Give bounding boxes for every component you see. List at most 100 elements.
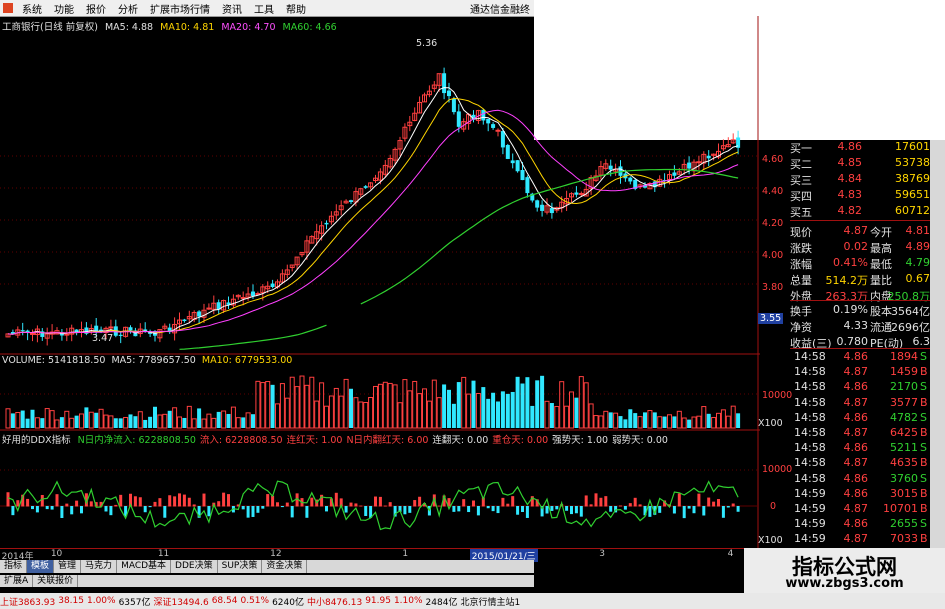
tick-row-cell: 14:58	[794, 395, 826, 409]
menu-item-analysis[interactable]: 分析	[112, 1, 144, 16]
ddx-bar	[271, 495, 275, 507]
ddx-bar	[413, 500, 417, 507]
stat-row-cell: 250.8万	[887, 290, 931, 303]
ddx-bar	[187, 497, 191, 507]
volume-bar-up	[64, 410, 70, 429]
volume-bar-up	[436, 397, 442, 429]
tick-row-cell: B	[920, 502, 928, 515]
volume-bar-down	[608, 412, 613, 428]
volume-bar-down	[84, 407, 89, 428]
menu-item-news[interactable]: 资讯	[216, 1, 248, 16]
price-panel-title: 工商银行(日线 前复权) MA5: 4.88 MA10: 4.81 MA20: …	[2, 19, 337, 33]
volume-bar-down	[216, 411, 221, 428]
tick-row-cell: 4.86	[843, 410, 869, 424]
stat-row-cell: 0.41%	[833, 256, 868, 269]
ddx-bar	[736, 506, 740, 512]
ddx-bar	[467, 506, 471, 513]
indicator-tab[interactable]: SUP决策	[218, 560, 263, 573]
ddx-flow-line	[7, 480, 739, 531]
volume-bar-down	[618, 416, 623, 428]
watermark: 指标公式网 www.zbgs3.com	[744, 548, 945, 593]
stat2-row-cell: 4.33	[843, 319, 869, 332]
menu-item-tools[interactable]: 工具	[248, 1, 280, 16]
candle-down	[628, 177, 633, 182]
bid-row-cell: 买五	[790, 206, 812, 219]
volume-bar-down	[736, 413, 741, 428]
menu-item-quote[interactable]: 报价	[80, 1, 112, 16]
ddx-ytick-mid: 0	[770, 501, 777, 512]
price-ytick: 4.20	[762, 218, 784, 229]
ddx-bar	[133, 496, 137, 507]
volume-bar-up	[657, 416, 663, 429]
ddx-bar	[506, 503, 510, 507]
menu-item-system[interactable]: 系统	[16, 1, 48, 16]
candle-down	[608, 165, 613, 170]
quote-scrollbar[interactable]	[930, 140, 945, 548]
volume-bar-up	[578, 376, 584, 429]
indicator-tab[interactable]: 资金决策	[262, 560, 308, 573]
tick-row-cell: 14:59	[794, 517, 826, 531]
time-axis-label: 1	[402, 549, 409, 559]
volume-value: VOLUME: 5141818.50	[2, 355, 106, 366]
volume-bar-up	[49, 410, 55, 429]
status-item: 38.15	[58, 596, 84, 606]
tick-row-cell: 4635	[890, 456, 918, 470]
extended-tabs: 扩展A 关联报价	[0, 575, 534, 587]
volume-bar-down	[30, 409, 35, 428]
extended-tab[interactable]: 扩展A	[0, 575, 34, 587]
tick-row-cell: 4.87	[843, 532, 869, 546]
ddx-bar	[80, 506, 83, 514]
menu-item-help[interactable]: 帮助	[280, 1, 312, 16]
ddx-bar	[378, 496, 382, 507]
candle-down	[510, 160, 515, 164]
volume-bar-down	[113, 418, 118, 428]
ddx-bar	[418, 496, 422, 507]
indicator-tab[interactable]: 模板	[27, 560, 55, 573]
menu-item-extended-market[interactable]: 扩展市场行情	[144, 1, 216, 16]
bid-row-cell: 38769	[895, 172, 930, 185]
tick-row-cell: S	[920, 380, 927, 394]
indicator-tab[interactable]: 指标	[0, 560, 28, 573]
ddx-bar	[310, 497, 314, 507]
volume-bar-up	[162, 413, 168, 429]
ddx-bar	[65, 503, 69, 507]
time-axis: 2014年 10 11 12 1 2015/01/21/三 3 4	[0, 548, 760, 562]
candle-down	[456, 111, 461, 127]
indicator-tab[interactable]: 管理	[54, 560, 82, 573]
stat2-row-cell: 换手	[790, 305, 812, 318]
ddx-bar	[285, 502, 289, 507]
ddx-line	[7, 480, 739, 531]
volume-bar-up	[157, 414, 163, 429]
stock-chart[interactable]	[0, 16, 760, 548]
extended-tab[interactable]: 关联报价	[33, 575, 79, 587]
indicator-tab[interactable]: MACD基本	[117, 560, 172, 573]
volume-bar-up	[275, 403, 280, 429]
ddx-bar	[476, 506, 480, 516]
ddx-bar	[359, 505, 363, 507]
volume-bar-up	[397, 402, 403, 429]
candle-down	[363, 186, 368, 188]
menu-item-function[interactable]: 功能	[48, 1, 80, 16]
status-item: 深证13494.6	[153, 597, 209, 608]
candle-down	[520, 170, 525, 181]
volume-bar-up	[186, 405, 192, 429]
stat2-row-cell: 0.19%	[833, 303, 868, 316]
ddx-bar	[574, 506, 578, 514]
indicator-tab[interactable]: DDE决策	[171, 560, 218, 573]
volume-bar-down	[491, 392, 496, 428]
volume-bar-up	[260, 382, 266, 429]
ddx-bar	[589, 504, 593, 507]
volume-bar-up	[720, 409, 726, 429]
ddx-bar	[16, 500, 20, 507]
bid-row-cell: 4.82	[837, 204, 863, 217]
ddx-bar	[153, 501, 157, 507]
stat2-row-cell: 3564亿	[891, 305, 930, 318]
tick-row-cell: 3015	[890, 486, 918, 500]
volume-bar-down	[525, 377, 530, 428]
ddx-bar	[182, 494, 186, 507]
volume-ytick: 10000	[762, 390, 793, 401]
ddx-bar	[143, 506, 147, 513]
tick-row-cell: 10701	[883, 502, 918, 515]
ddx-bar	[261, 506, 265, 509]
indicator-tab[interactable]: 马克力	[81, 560, 118, 573]
